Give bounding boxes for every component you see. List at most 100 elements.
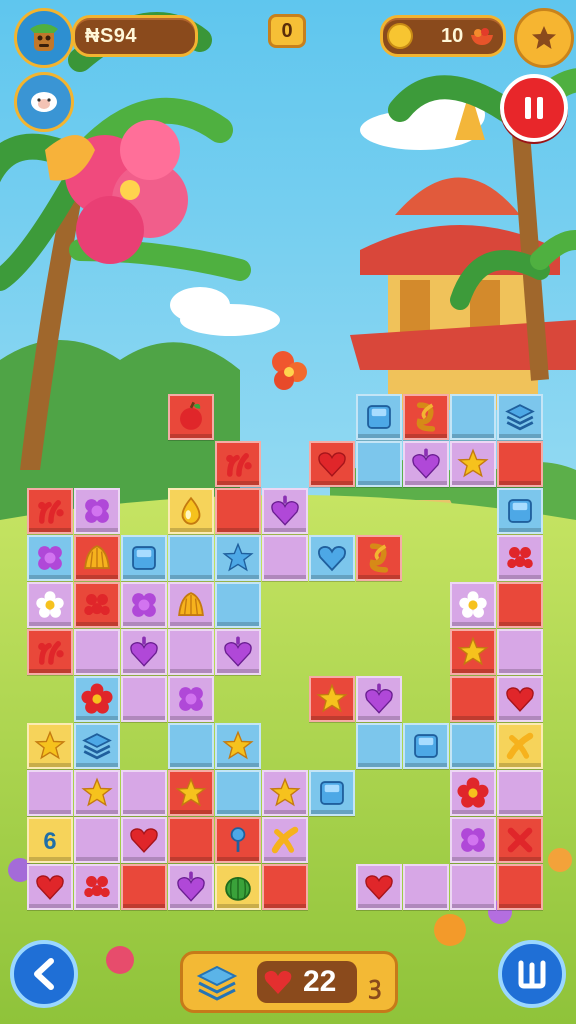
- board-tile[interactable]: [450, 723, 496, 769]
- board-tile[interactable]: [356, 676, 402, 722]
- board-tile[interactable]: [356, 441, 402, 487]
- board-tile[interactable]: [27, 488, 73, 534]
- board-tile[interactable]: [403, 723, 449, 769]
- board-tile[interactable]: [450, 394, 496, 440]
- board-tile[interactable]: [27, 582, 73, 628]
- board-tile[interactable]: [262, 864, 308, 910]
- board-tile[interactable]: [262, 817, 308, 863]
- board-tile[interactable]: [309, 441, 355, 487]
- board-tile[interactable]: [450, 817, 496, 863]
- board-tile[interactable]: [74, 676, 120, 722]
- flower-purple-icon: [132, 593, 156, 617]
- board-tile[interactable]: [168, 864, 214, 910]
- board-tile[interactable]: [215, 817, 261, 863]
- board-tile[interactable]: [168, 770, 214, 816]
- board-tile[interactable]: [215, 582, 261, 628]
- stack-icon[interactable]: [195, 963, 239, 1003]
- board-tile[interactable]: [74, 535, 120, 581]
- board-tile[interactable]: [74, 723, 120, 769]
- board-tile[interactable]: [450, 770, 496, 816]
- board-tile[interactable]: 6: [27, 817, 73, 863]
- board-tile[interactable]: [74, 582, 120, 628]
- board-tile[interactable]: [215, 629, 261, 675]
- board-tile[interactable]: [497, 817, 543, 863]
- back-button[interactable]: [10, 940, 78, 1008]
- board-tile[interactable]: [74, 817, 120, 863]
- flower-purple-icon: [179, 687, 203, 711]
- coin-balance-display: ₦S94: [72, 15, 198, 57]
- board-tile[interactable]: [356, 394, 402, 440]
- board-tile[interactable]: [262, 488, 308, 534]
- board-tile[interactable]: [27, 723, 73, 769]
- board-tile[interactable]: [262, 770, 308, 816]
- board-tile[interactable]: [309, 535, 355, 581]
- board-tile[interactable]: [121, 535, 167, 581]
- coin-icon: [387, 23, 413, 49]
- board-tile[interactable]: [450, 629, 496, 675]
- board-tile[interactable]: [497, 864, 543, 910]
- board-tile[interactable]: [497, 770, 543, 816]
- board-tile[interactable]: [450, 441, 496, 487]
- board-tile[interactable]: [215, 488, 261, 534]
- board-tile[interactable]: [121, 629, 167, 675]
- board-tile[interactable]: [497, 723, 543, 769]
- board-tile[interactable]: [450, 864, 496, 910]
- board-tile[interactable]: [168, 582, 214, 628]
- board-tile[interactable]: [450, 676, 496, 722]
- board-tile[interactable]: [356, 535, 402, 581]
- board-tile[interactable]: [121, 676, 167, 722]
- board-tile[interactable]: [215, 535, 261, 581]
- board-tile[interactable]: [27, 770, 73, 816]
- bottom-status-panel: 22 ꝫ: [180, 951, 398, 1013]
- board-tile[interactable]: [74, 864, 120, 910]
- pet-avatar-button[interactable]: [14, 72, 74, 132]
- board-tile[interactable]: [215, 723, 261, 769]
- board-tile[interactable]: [27, 629, 73, 675]
- flower-white-icon: [36, 591, 64, 618]
- board-tile[interactable]: [403, 394, 449, 440]
- board-tile[interactable]: [215, 864, 261, 910]
- board-tile[interactable]: [497, 582, 543, 628]
- board-tile[interactable]: [497, 629, 543, 675]
- board-tile[interactable]: [497, 394, 543, 440]
- board-tile[interactable]: [27, 864, 73, 910]
- star-menu-button[interactable]: [514, 8, 574, 68]
- board-tile[interactable]: [497, 535, 543, 581]
- board-tile[interactable]: [168, 629, 214, 675]
- pause-button[interactable]: [500, 74, 568, 142]
- board-tile[interactable]: [168, 535, 214, 581]
- board-tile[interactable]: [27, 535, 73, 581]
- chevron-left-icon: [34, 958, 54, 990]
- menu-button[interactable]: [498, 940, 566, 1008]
- board-tile[interactable]: [403, 441, 449, 487]
- board-tile[interactable]: [168, 394, 214, 440]
- board-tile[interactable]: [215, 441, 261, 487]
- board-tile[interactable]: [74, 488, 120, 534]
- heart-red-icon: [506, 687, 534, 712]
- board-tile[interactable]: [497, 441, 543, 487]
- board-tile[interactable]: [74, 629, 120, 675]
- board-tile[interactable]: [309, 676, 355, 722]
- board-tile[interactable]: [168, 488, 214, 534]
- board-tile[interactable]: [497, 676, 543, 722]
- board-tile[interactable]: [168, 723, 214, 769]
- board-tile[interactable]: [309, 770, 355, 816]
- board-tile[interactable]: [215, 770, 261, 816]
- board-tile[interactable]: [356, 864, 402, 910]
- board-tile[interactable]: [168, 817, 214, 863]
- pause-icon: [525, 97, 543, 119]
- board-tile[interactable]: [168, 676, 214, 722]
- berries-icon: [84, 876, 110, 898]
- fruit-counter-display: 10: [380, 15, 506, 57]
- board-tile[interactable]: [121, 770, 167, 816]
- player-avatar-button[interactable]: [14, 8, 74, 68]
- board-tile[interactable]: [450, 582, 496, 628]
- board-tile[interactable]: [403, 864, 449, 910]
- board-tile[interactable]: [121, 817, 167, 863]
- board-tile[interactable]: [121, 582, 167, 628]
- board-tile[interactable]: [74, 770, 120, 816]
- board-tile[interactable]: [356, 723, 402, 769]
- board-tile[interactable]: [121, 864, 167, 910]
- board-tile[interactable]: [497, 488, 543, 534]
- board-tile[interactable]: [262, 535, 308, 581]
